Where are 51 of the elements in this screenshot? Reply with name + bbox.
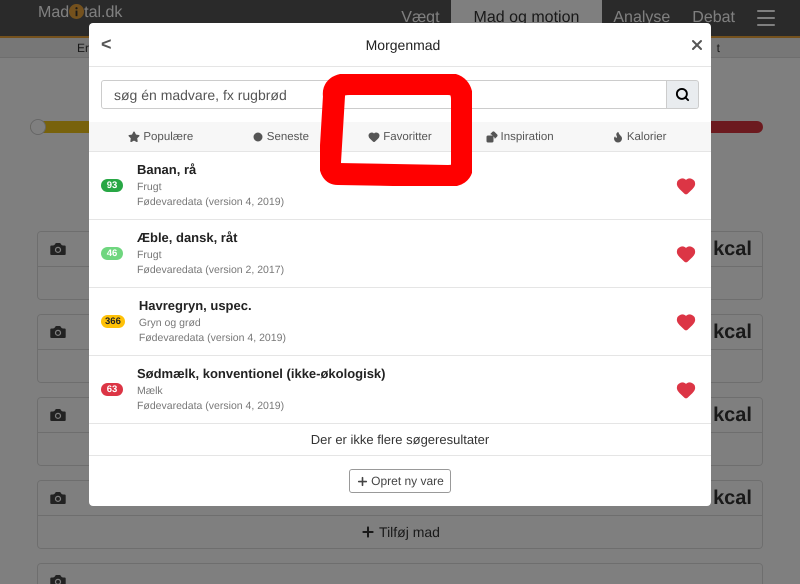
end-message: Der er ikke flere søgeresultater <box>89 424 711 456</box>
back-button[interactable]: < <box>101 34 141 55</box>
food-category: Frugt <box>137 180 163 194</box>
heart-icon[interactable] <box>676 176 696 196</box>
kcal-total: kcal <box>713 486 752 510</box>
add-food-button[interactable]: Tilføj mad <box>354 523 446 541</box>
food-category: Gryn og grød <box>138 316 202 330</box>
flame-icon <box>612 130 624 142</box>
info-icon <box>69 4 84 19</box>
score-badge: 46 <box>101 247 123 260</box>
food-category: Mælk <box>137 384 164 398</box>
kcal-total: kcal <box>713 238 752 260</box>
score-badge: 93 <box>101 179 123 192</box>
star-icon <box>128 130 140 142</box>
food-source: Fødevaredata (version 2, 2017) <box>137 262 286 278</box>
kcal-total: kcal <box>713 320 752 344</box>
tab[interactable]: Inspiration <box>486 130 554 142</box>
food-name: Sødmælk, konventionel (ikke-økologisk) <box>137 366 386 380</box>
heart-icon[interactable] <box>676 244 696 264</box>
score-badge: 63 <box>101 383 123 396</box>
food-name: Havregryn, uspec. <box>138 298 253 312</box>
tab[interactable]: Seneste <box>252 130 309 142</box>
logo-text: tal.dk <box>84 4 122 22</box>
food-result-row[interactable]: 366 Havregryn, uspec. Gryn og grød Fødevaredata (version 4, 2019) <box>89 288 711 356</box>
food-source: Fødevaredata (version 4, 2019) <box>137 194 286 210</box>
tab[interactable]: Populære <box>128 130 194 142</box>
dice-icon <box>486 130 498 142</box>
tab[interactable]: Favoritter <box>368 130 432 142</box>
dialog-title: Morgenmad <box>364 36 442 52</box>
food-source: Fødevaredata (version 4, 2019) <box>138 330 287 346</box>
food-result-row[interactable]: 93 Banan, rå Frugt Fødevaredata (version 4, 2019) <box>89 152 711 220</box>
food-category: Frugt <box>137 248 163 262</box>
plus-icon <box>356 474 370 488</box>
logo-text: Mad <box>38 4 70 22</box>
heart-icon[interactable] <box>676 380 696 400</box>
search-icon <box>675 87 690 102</box>
food-result-row[interactable]: 46 Æble, dansk, råt Frugt Fødevaredata (version 2, 2017) <box>89 220 711 288</box>
food-name: Banan, rå <box>137 162 198 176</box>
search-button[interactable] <box>667 80 699 109</box>
food-source: Fødevaredata (version 4, 2019) <box>137 398 286 414</box>
kcal-total: kcal <box>713 404 752 426</box>
tab[interactable]: Kalorier <box>612 130 666 142</box>
create-item-button[interactable]: Opret ny vare <box>349 469 451 493</box>
subnav-link[interactable]: Er <box>77 40 89 54</box>
score-badge: 366 <box>101 315 125 328</box>
heart-icon[interactable] <box>676 312 696 332</box>
subnav-link[interactable]: t <box>716 40 720 54</box>
food-result-row[interactable]: 63 Sødmælk, konventionel (ikke-økologisk) Mælk Fødevaredata (version 4, 2019) <box>89 356 711 424</box>
food-name: Æble, dansk, råt <box>137 230 238 244</box>
heart-icon <box>368 130 380 142</box>
plus-icon <box>360 524 376 540</box>
